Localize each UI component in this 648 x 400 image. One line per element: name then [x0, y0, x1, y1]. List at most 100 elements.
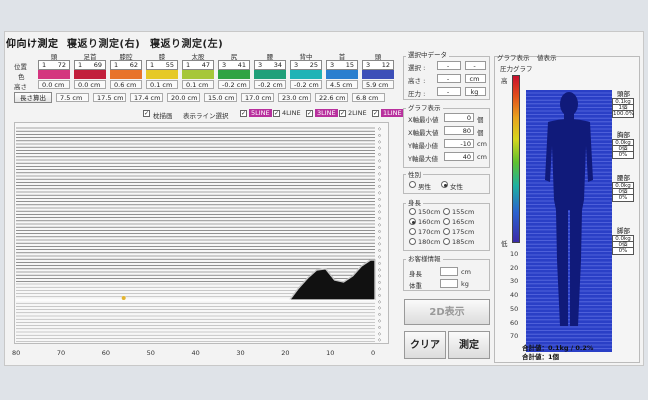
- row-marker: ◇: [378, 190, 382, 195]
- segment-height-value: -0.2 cm: [254, 80, 286, 89]
- pressure-scale-tick: 30: [510, 277, 519, 286]
- tab-turn-left[interactable]: 寝返り測定(左): [150, 35, 223, 50]
- segment-range[interactable]: 1 69: [74, 60, 106, 70]
- row-marker: ◇: [378, 152, 382, 157]
- body-pressure-map: [526, 90, 612, 352]
- segment-range[interactable]: 3 25: [290, 60, 322, 70]
- segment-range[interactable]: 3 41: [218, 60, 250, 70]
- line-checkbox[interactable]: ✓: [306, 110, 313, 117]
- row-marker: ◇: [378, 241, 382, 246]
- segment-color-swatch: [182, 70, 214, 79]
- customer-weight-unit: kg: [461, 280, 469, 288]
- height-radio[interactable]: [409, 208, 416, 215]
- female-label: 女性: [450, 183, 463, 191]
- segment-range[interactable]: 1 47: [182, 60, 214, 70]
- segment-range[interactable]: 3 34: [254, 60, 286, 70]
- row-marker: ◇: [378, 286, 382, 291]
- height-radio[interactable]: [409, 218, 416, 225]
- row-marker: ◇: [378, 184, 382, 189]
- pillow-marker: [121, 296, 126, 300]
- measure-button[interactable]: 測定: [448, 331, 490, 359]
- length-calc-button[interactable]: 長さ算出: [14, 92, 52, 103]
- height-radio[interactable]: [443, 218, 450, 225]
- pillow-checkbox[interactable]: ✓: [143, 110, 150, 117]
- height-radio[interactable]: [409, 228, 416, 235]
- row-marker: ◇: [378, 177, 382, 182]
- customer-weight-input[interactable]: [440, 279, 458, 288]
- row-marker: ◇: [378, 254, 382, 259]
- pressure-scale-tick: 60: [510, 318, 519, 327]
- segment-range[interactable]: 3 12: [362, 60, 394, 70]
- length-value: 23.0 cm: [278, 93, 311, 102]
- length-value: 17.4 cm: [130, 93, 163, 102]
- height-option-label: 165cm: [452, 218, 475, 226]
- axis-setting-label: Y軸最小値: [408, 142, 438, 150]
- x-tick-label: 80: [12, 349, 21, 357]
- length-value: 22.6 cm: [315, 93, 348, 102]
- segment-range-start: 1: [150, 61, 155, 69]
- row-marker: ◇: [378, 216, 382, 221]
- region-label: 脚部: [617, 227, 630, 235]
- segment-range-start: 1: [78, 61, 83, 69]
- segment-range-end: 34: [273, 61, 282, 69]
- tab-turn-right[interactable]: 寝返り測定(右): [67, 35, 140, 50]
- gender-title: 性別: [406, 169, 423, 179]
- row-marker: ◇: [378, 132, 382, 137]
- height-option-label: 170cm: [418, 228, 441, 236]
- customer-height-input[interactable]: [440, 267, 458, 276]
- segment-range-start: 1: [186, 61, 191, 69]
- selected-row-label: 選択 :: [408, 64, 426, 72]
- segment-range[interactable]: 3 15: [326, 60, 358, 70]
- region-percent: 0%: [612, 151, 634, 159]
- segment-range[interactable]: 1 72: [38, 60, 70, 70]
- row-marker: ◇: [378, 235, 382, 240]
- segment-range-end: 47: [201, 61, 210, 69]
- segment-range-start: 3: [366, 61, 371, 69]
- line-label: 5LINE: [249, 109, 272, 117]
- x-tick-label: 0: [371, 349, 376, 357]
- segment-range[interactable]: 1 62: [110, 60, 142, 70]
- segment-height-value: 0.0 cm: [38, 80, 70, 89]
- height-radio[interactable]: [409, 238, 416, 245]
- customer-title: お客様情報: [406, 253, 443, 263]
- segment-range-start: 3: [222, 61, 227, 69]
- height-radio[interactable]: [443, 208, 450, 215]
- line-checkbox[interactable]: ✓: [273, 110, 280, 117]
- line-label: 3LINE: [315, 109, 338, 117]
- selected-row-unit: kg: [465, 87, 486, 96]
- row-marker: ◇: [378, 324, 382, 329]
- region-percent: 0%: [612, 194, 634, 202]
- line-checkbox[interactable]: ✓: [372, 110, 379, 117]
- height-radio[interactable]: [443, 228, 450, 235]
- clear-button[interactable]: クリア: [404, 331, 446, 359]
- axis-setting-input[interactable]: 80: [444, 126, 474, 135]
- segment-range-start: 1: [42, 61, 47, 69]
- x-tick-label: 70: [56, 349, 66, 357]
- axis-setting-input[interactable]: -10: [444, 139, 474, 148]
- tab-supine[interactable]: 仰向け測定: [6, 35, 59, 50]
- show-2d-button[interactable]: 2D表示: [404, 299, 490, 325]
- tab-graph[interactable]: グラフ表示: [497, 52, 530, 62]
- segment-range[interactable]: 1 55: [146, 60, 178, 70]
- segment-height-value: -0.2 cm: [290, 80, 322, 89]
- axis-setting-input[interactable]: 0: [444, 113, 474, 122]
- segment-color-swatch: [326, 70, 358, 79]
- line-checkbox[interactable]: ✓: [240, 110, 247, 117]
- male-radio[interactable]: [409, 181, 416, 188]
- line-checkbox[interactable]: ✓: [339, 110, 346, 117]
- line-label: 4LINE: [282, 109, 301, 117]
- height-option-label: 185cm: [452, 238, 475, 246]
- female-radio[interactable]: [441, 181, 448, 188]
- row-marker: ◇: [378, 331, 382, 336]
- tab-value[interactable]: 値表示: [537, 52, 557, 62]
- axis-setting-unit: 個: [477, 116, 484, 124]
- height-radio[interactable]: [443, 238, 450, 245]
- segment-height-value: 0.1 cm: [182, 80, 214, 89]
- pressure-scale-tick: 70: [510, 332, 519, 341]
- row-marker: ◇: [378, 318, 382, 323]
- segment-range-end: 15: [345, 61, 354, 69]
- segment-color-swatch: [362, 70, 394, 79]
- row-marker: ◇: [378, 280, 382, 285]
- region-label: 腰部: [617, 174, 630, 182]
- axis-setting-input[interactable]: 40: [444, 152, 474, 161]
